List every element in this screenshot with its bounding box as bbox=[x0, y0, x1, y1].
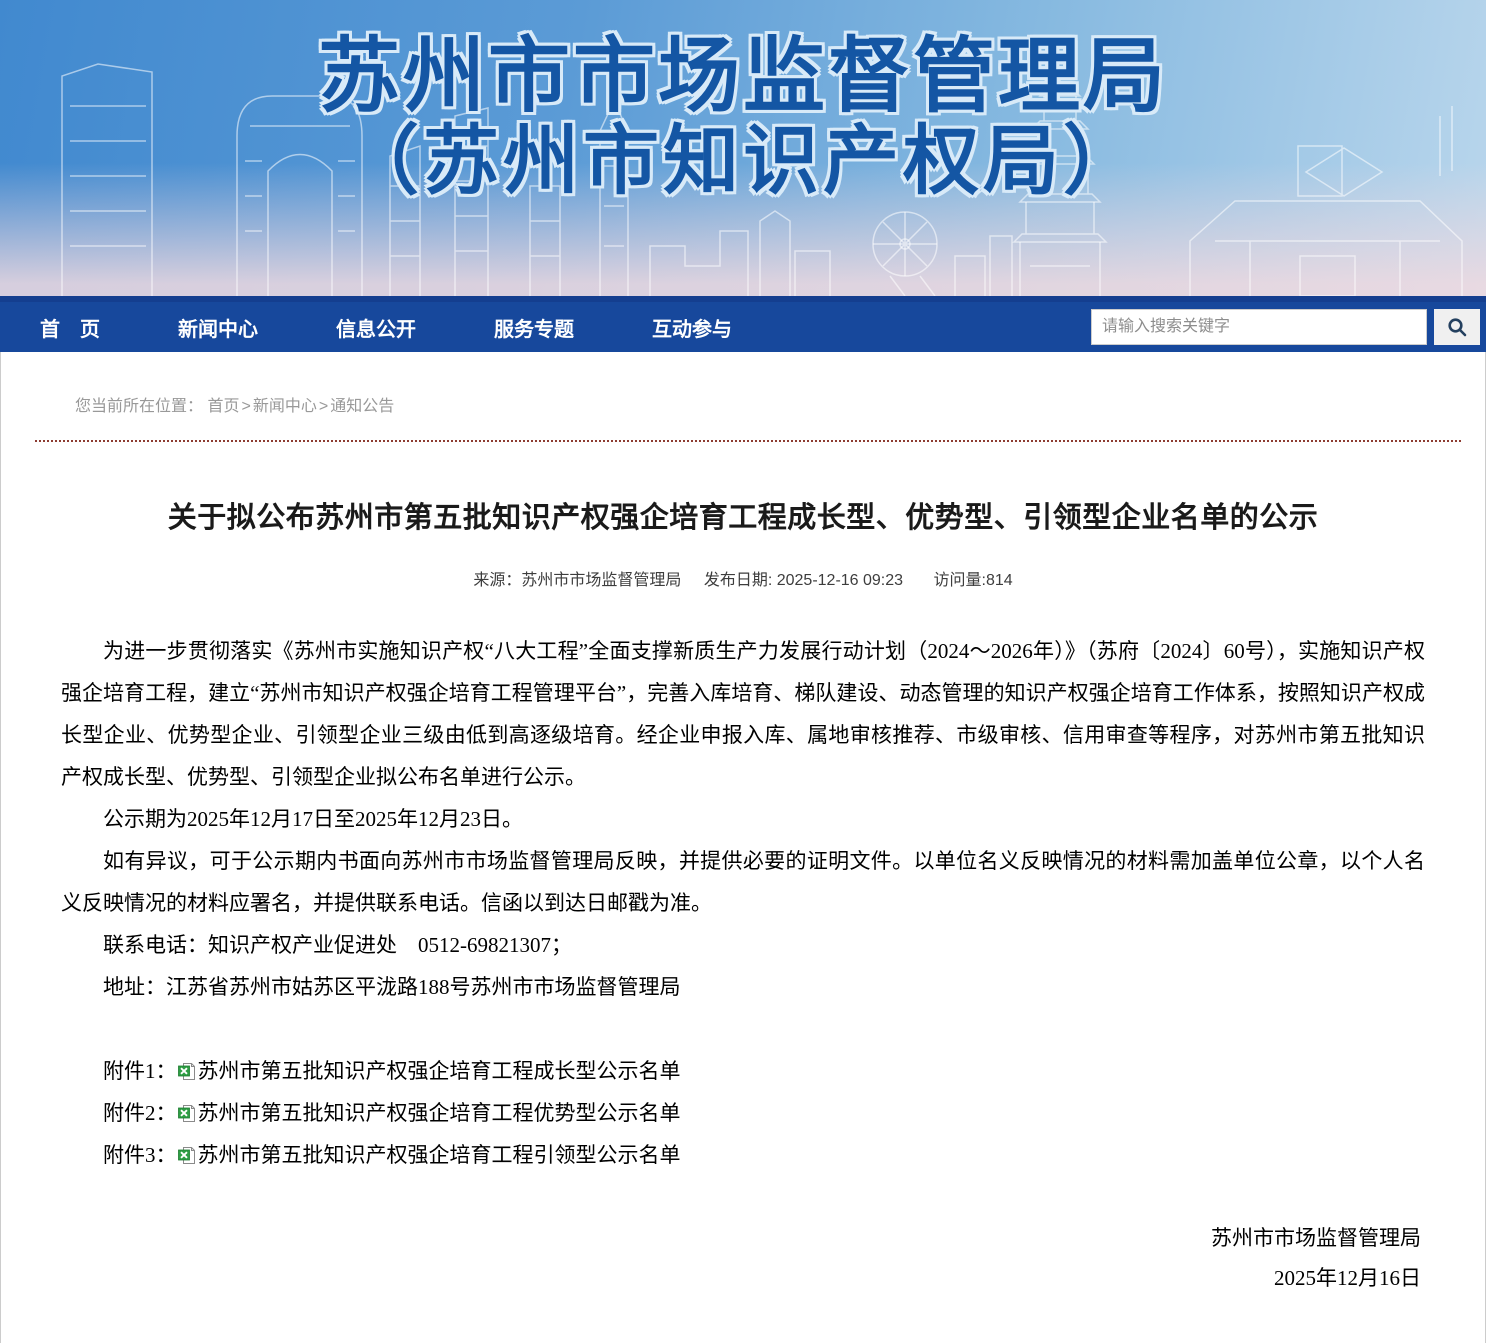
attachment-row: 附件1： 苏州市第五批知识产权强企培育工程成长型公示名单 bbox=[61, 1050, 1425, 1092]
org-title-line1: 苏州市市场监督管理局 bbox=[0, 36, 1486, 118]
signature-org: 苏州市市场监督管理局 bbox=[1, 1218, 1421, 1258]
org-title-line2: （苏州市知识产权局） bbox=[0, 124, 1486, 200]
site-banner: 苏州市市场监督管理局 （苏州市知识产权局） bbox=[0, 0, 1486, 296]
search-box bbox=[1091, 309, 1480, 345]
breadcrumb-item-news[interactable]: 新闻中心 bbox=[253, 398, 317, 415]
nav-item-info-disclosure[interactable]: 信息公开 bbox=[336, 313, 416, 342]
breadcrumb-item-home[interactable]: 首页 bbox=[207, 398, 239, 415]
attachment-label: 附件3： bbox=[103, 1143, 177, 1167]
nav-item-service-topics[interactable]: 服务专题 bbox=[494, 313, 574, 342]
attachment-link[interactable]: 苏州市第五批知识产权强企培育工程优势型公示名单 bbox=[198, 1101, 681, 1125]
nav-item-home[interactable]: 首 页 bbox=[40, 313, 100, 342]
page-content: 您当前所在位置： 首页>新闻中心>通知公告 关于拟公布苏州市第五批知识产权强企培… bbox=[0, 352, 1486, 1343]
breadcrumb-prefix: 您当前所在位置： bbox=[75, 398, 203, 415]
excel-file-icon bbox=[177, 1103, 197, 1123]
meta-date-label: 发布日期: bbox=[704, 572, 772, 589]
breadcrumb: 您当前所在位置： 首页>新闻中心>通知公告 bbox=[1, 352, 1485, 416]
article-body: 为进一步贯彻落实《苏州市实施知识产权“八大工程”全面支撑新质生产力发展行动计划（… bbox=[1, 630, 1485, 1008]
paragraph: 为进一步贯彻落实《苏州市实施知识产权“八大工程”全面支撑新质生产力发展行动计划（… bbox=[61, 630, 1425, 798]
meta-visits-value: 814 bbox=[986, 572, 1013, 589]
paragraph-contact-phone: 联系电话：知识产权产业促进处 0512-69821307； bbox=[61, 924, 1425, 966]
breadcrumb-item-notices[interactable]: 通知公告 bbox=[330, 398, 394, 415]
breadcrumb-separator: > bbox=[319, 398, 328, 415]
article-title: 关于拟公布苏州市第五批知识产权强企培育工程成长型、优势型、引领型企业名单的公示 bbox=[1, 494, 1485, 536]
signature-block: 苏州市市场监督管理局 2025年12月16日 bbox=[1, 1218, 1485, 1298]
search-icon bbox=[1446, 316, 1468, 338]
excel-file-icon bbox=[177, 1061, 197, 1081]
attachment-list: 附件1： 苏州市第五批知识产权强企培育工程成长型公示名单 附件2： 苏州市第五批知识… bbox=[1, 1050, 1485, 1176]
meta-date-value: 2025-12-16 09:23 bbox=[777, 572, 903, 589]
paragraph-address: 地址：江苏省苏州市姑苏区平泷路188号苏州市市场监督管理局 bbox=[61, 966, 1425, 1008]
search-input[interactable] bbox=[1091, 309, 1427, 345]
excel-file-icon bbox=[177, 1145, 197, 1165]
attachment-link[interactable]: 苏州市第五批知识产权强企培育工程引领型公示名单 bbox=[198, 1143, 681, 1167]
attachment-link[interactable]: 苏州市第五批知识产权强企培育工程成长型公示名单 bbox=[198, 1059, 681, 1083]
paragraph: 公示期为2025年12月17日至2025年12月23日。 bbox=[61, 798, 1425, 840]
signature-date: 2025年12月16日 bbox=[1, 1258, 1421, 1298]
breadcrumb-divider bbox=[35, 440, 1461, 442]
main-nav: 首 页 新闻中心 信息公开 服务专题 互动参与 bbox=[0, 302, 1486, 352]
search-button[interactable] bbox=[1434, 309, 1480, 345]
attachment-label: 附件1： bbox=[103, 1059, 177, 1083]
attachment-row: 附件2： 苏州市第五批知识产权强企培育工程优势型公示名单 bbox=[61, 1092, 1425, 1134]
breadcrumb-separator: > bbox=[241, 398, 250, 415]
meta-source-value: 苏州市市场监督管理局 bbox=[521, 572, 681, 589]
paragraph: 如有异议，可于公示期内书面向苏州市市场监督管理局反映，并提供必要的证明文件。以单… bbox=[61, 840, 1425, 924]
nav-item-interaction[interactable]: 互动参与 bbox=[652, 313, 732, 342]
article-meta: 来源：苏州市市场监督管理局 发布日期: 2025-12-16 09:23 访问量… bbox=[1, 566, 1485, 590]
attachment-label: 附件2： bbox=[103, 1101, 177, 1125]
attachment-row: 附件3： 苏州市第五批知识产权强企培育工程引领型公示名单 bbox=[61, 1134, 1425, 1176]
nav-item-news[interactable]: 新闻中心 bbox=[178, 313, 258, 342]
meta-source-label: 来源： bbox=[473, 572, 521, 589]
meta-visits-label: 访问量: bbox=[934, 572, 986, 589]
